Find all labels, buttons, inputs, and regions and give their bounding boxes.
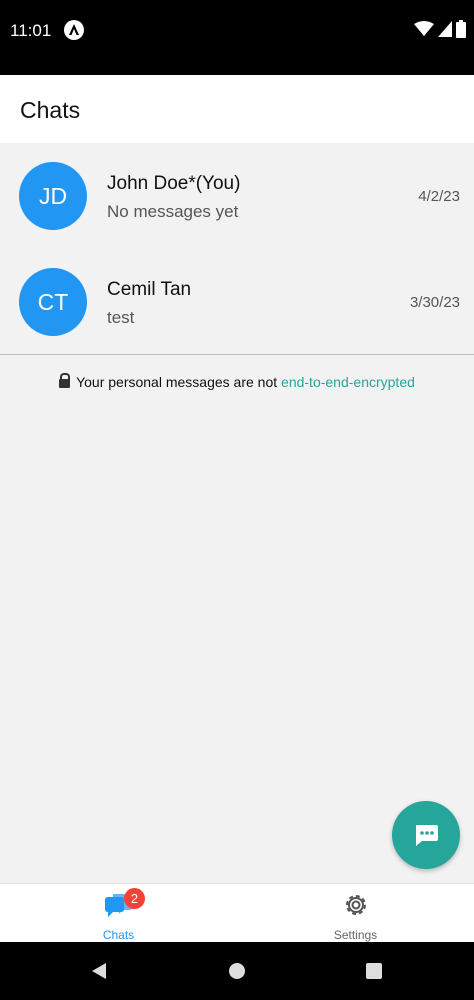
chat-list-item[interactable]: JD John Doe*(You) No messages yet 4/2/23 [0,143,474,249]
chat-preview: No messages yet [107,202,239,221]
page-title: Chats [20,97,81,123]
status-icons [414,20,466,38]
encryption-notice-text: Your personal messages are not [76,374,282,390]
bottom-nav: 2 Chats Settings [0,883,474,942]
tab-settings-label: Settings [333,928,378,942]
battery-icon [456,20,466,38]
chat-list-item[interactable]: CT Cemil Tan test 3/30/23 [0,249,474,355]
home-icon[interactable] [228,962,246,980]
wifi-icon [414,21,434,36]
chat-list: JD John Doe*(You) No messages yet 4/2/23… [0,143,474,355]
avatar: JD [19,162,87,230]
signal-icon [438,21,452,37]
chat-preview: test [107,308,135,327]
app-notification-icon [64,20,84,40]
back-icon[interactable] [90,962,108,980]
unread-badge: 2 [124,888,145,909]
tab-settings[interactable]: Settings [237,884,474,943]
avatar-initials: CT [37,288,69,315]
status-bar: 11:01 [0,0,474,75]
recents-icon[interactable] [365,962,383,980]
lock-icon [59,373,71,388]
avatar-initials: JD [38,182,68,209]
tab-chats[interactable]: 2 Chats [0,884,237,943]
new-message-icon [416,825,438,846]
chat-name: John Doe*(You) [107,173,241,194]
avatar: CT [19,268,87,336]
gear-icon [345,895,366,915]
encryption-notice: Your personal messages are not end-to-en… [0,373,474,390]
new-message-button[interactable] [392,801,460,869]
encryption-info-link[interactable]: end-to-end-encrypted [281,374,415,390]
tab-chats-label: Chats [102,928,135,942]
chat-date: 3/30/23 [409,294,460,311]
divider [0,354,474,355]
status-time: 11:01 [10,21,52,40]
app-header: Chats [0,75,474,143]
chat-date: 4/2/23 [418,188,460,205]
chat-name: Cemil Tan [107,279,192,300]
system-nav-bar [0,942,474,1000]
